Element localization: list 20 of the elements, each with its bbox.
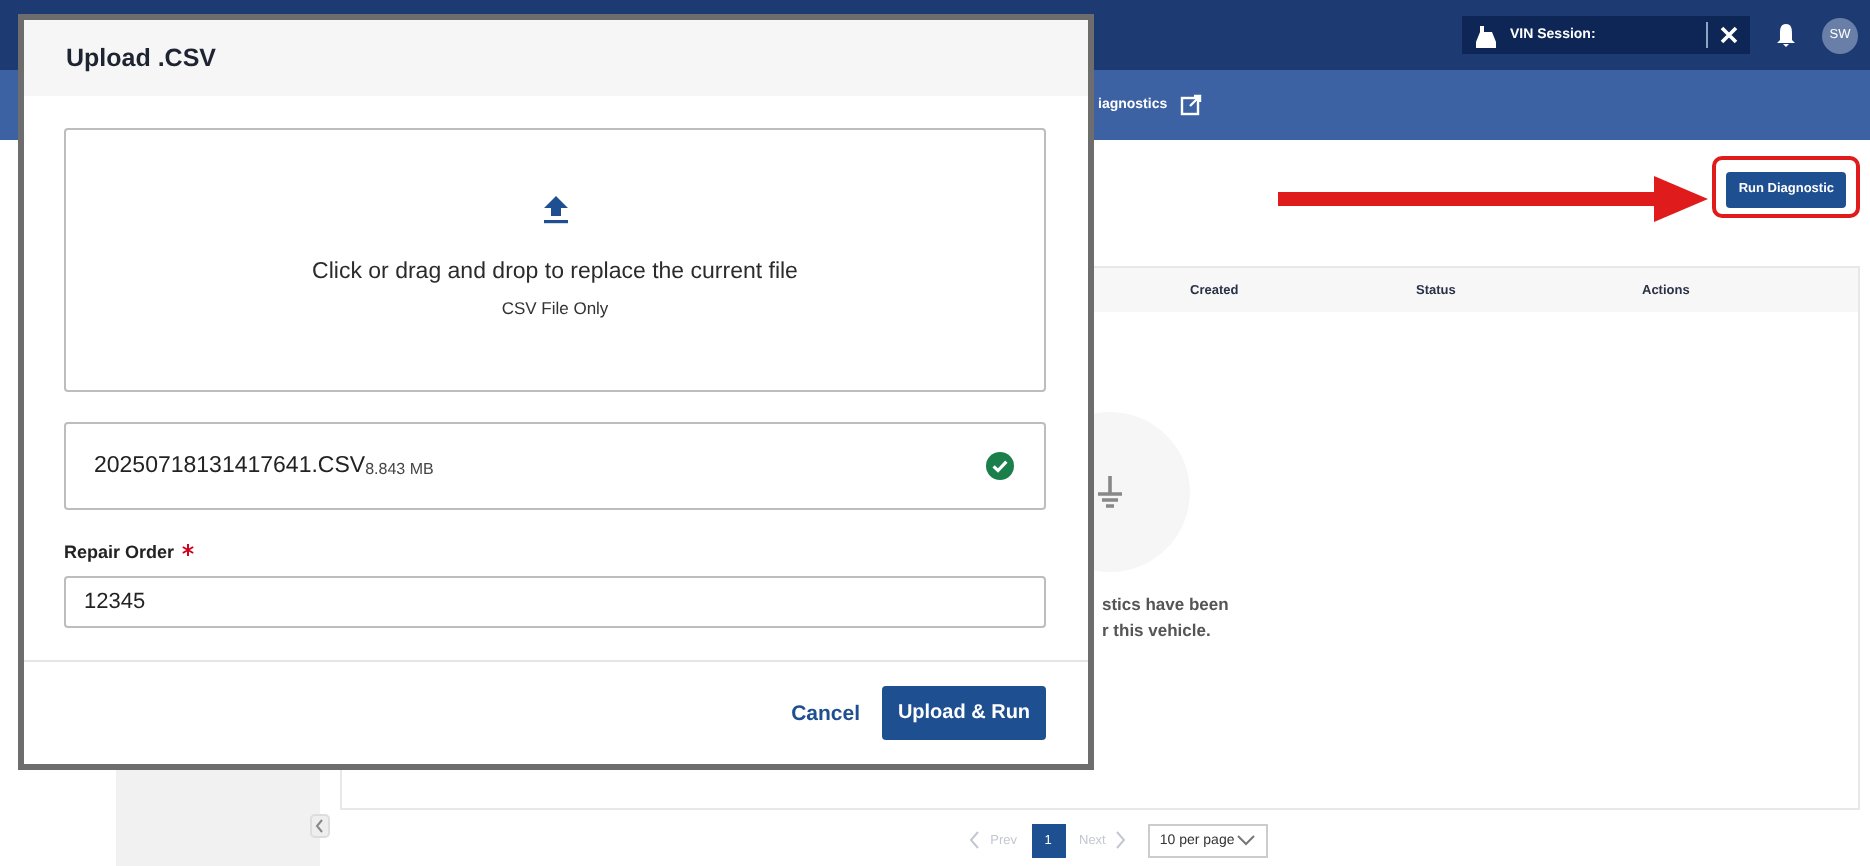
collapse-icon[interactable] <box>310 814 330 838</box>
chevron-left-icon <box>968 830 983 850</box>
ground-icon <box>1096 476 1124 508</box>
chevron-down-icon <box>1235 834 1256 846</box>
bell-icon[interactable] <box>1774 22 1798 48</box>
drop-zone-hint: CSV File Only <box>501 298 609 318</box>
upload-icon <box>543 196 567 224</box>
upload-run-button[interactable]: Upload & Run <box>882 686 1046 740</box>
empty-state-message: stics have been r this vehicle. <box>1102 592 1229 644</box>
dialog-title: Upload .CSV <box>66 44 217 72</box>
drop-zone-text: Click or drag and drop to replace the current file <box>312 260 798 284</box>
field-label: Repair Order <box>64 542 175 562</box>
cancel-button[interactable]: Cancel <box>791 701 860 725</box>
external-link-icon[interactable] <box>1179 94 1202 116</box>
file-size: 8.843 MB <box>365 459 434 477</box>
file-name: 20250718131417641.CSV <box>94 454 366 478</box>
repair-order-field[interactable]: 12345 <box>64 576 1046 628</box>
chevron-right-icon <box>1113 830 1128 850</box>
file-drop-zone[interactable]: Click or drag and drop to replace the current file CSV File Only <box>64 128 1046 392</box>
close-icon[interactable] <box>1718 24 1740 46</box>
